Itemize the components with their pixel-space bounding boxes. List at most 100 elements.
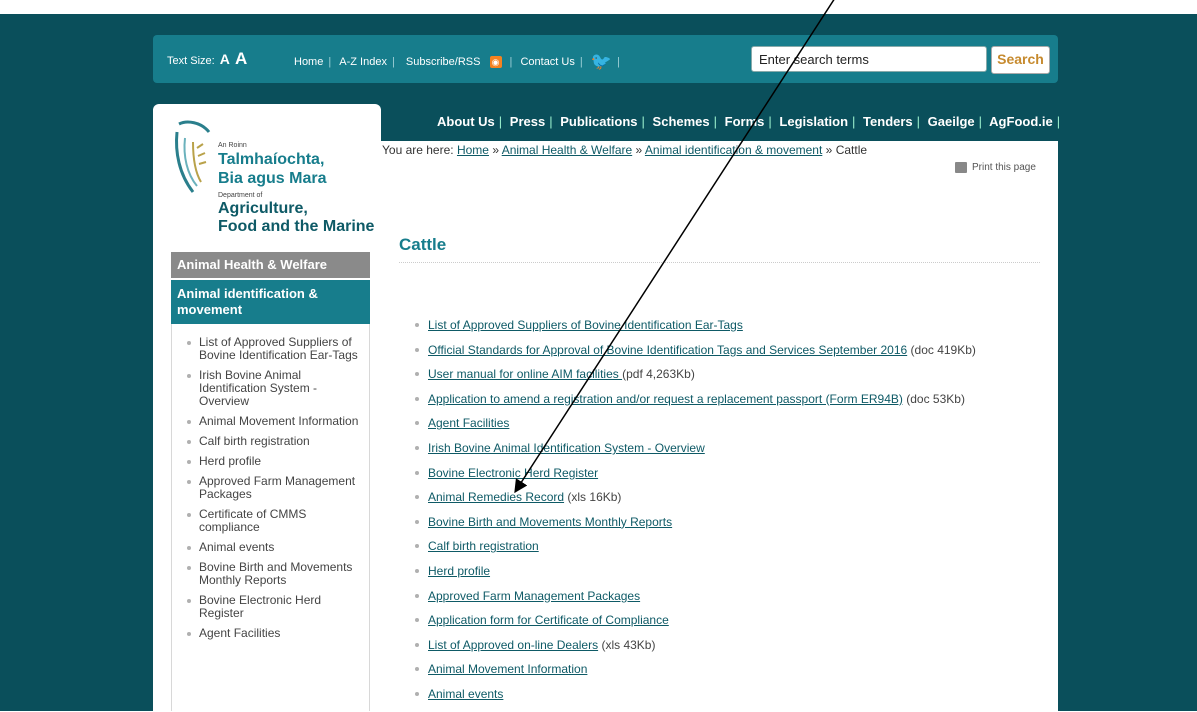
content-list-item: Approved Farm Management Packages [399,589,1039,614]
content-list-item: Animal events [399,687,1039,712]
separator: | [549,114,553,129]
sidebar-item[interactable]: List of Approved Suppliers of Bovine Ide… [172,336,369,362]
contact-us-link[interactable]: Contact Us [520,56,574,68]
printer-icon [955,162,967,173]
text-size-small-button[interactable]: A [220,51,230,67]
sidebar-item[interactable]: Agent Facilities [172,627,369,640]
content-link[interactable]: Herd profile [428,564,490,578]
separator: | [852,114,856,129]
breadcrumb-prefix: You are here: [382,143,454,157]
sidebar-item[interactable]: Animal Movement Information [172,415,369,428]
content-link[interactable]: Irish Bovine Animal Identification Syste… [428,441,705,455]
search-input[interactable]: Enter search terms [751,46,987,72]
separator: | [498,114,503,129]
sidebar-item[interactable]: Animal events [172,541,369,554]
utility-links: Home | A-Z Index | Subscribe/RSS ◉ | Contac… [291,52,622,72]
department-logo[interactable]: An Roinn Talmhaíochta, Bia agus Mara Dep… [171,118,381,238]
breadcrumb-animal-id-link[interactable]: Animal identification & movement [645,143,822,157]
sidebar-nav: List of Approved Suppliers of Bovine Ide… [171,324,370,711]
content-link[interactable]: Bovine Birth and Movements Monthly Repor… [428,515,672,529]
content-link[interactable]: List of Approved on-line Dealers [428,638,598,652]
content-link[interactable]: List of Approved Suppliers of Bovine Ide… [428,318,743,332]
logo-department-of: Department of [218,192,263,199]
content-list-item: List of Approved on-line Dealers (xls 43… [399,638,1039,663]
logo-irish-line1: Talmhaíochta, [218,151,325,168]
nav-publications[interactable]: Publications [560,114,637,129]
print-page-label: Print this page [972,162,1036,174]
utility-bar: Text Size: A A Home | A-Z Index | Subscrib… [153,35,1058,83]
logo-irish-line2: Bia agus Mara [218,170,327,187]
content-list-item: User manual for online AIM facilities (p… [399,367,1039,392]
content-link[interactable]: Official Standards for Approval of Bovin… [428,343,907,357]
title-divider [399,262,1040,263]
breadcrumb-current: Cattle [835,143,868,157]
breadcrumb-separator: » [635,143,643,157]
breadcrumb-separator: » [825,143,833,157]
file-info: (pdf 4,263Kb) [622,367,695,382]
content-list-item: Official Standards for Approval of Bovin… [399,343,1039,368]
content-link[interactable]: Animal events [428,687,503,701]
separator: | [916,114,921,129]
content-list-item: Irish Bovine Animal Identification Syste… [399,441,1039,466]
content-list-item: Application to amend a registration and/… [399,392,1039,417]
az-index-link[interactable]: A-Z Index [339,56,387,68]
text-size-control: Text Size: A A [167,49,247,69]
home-link[interactable]: Home [294,56,323,68]
breadcrumb-animal-health-link[interactable]: Animal Health & Welfare [502,143,633,157]
nav-gaeilge[interactable]: Gaeilge [928,114,975,129]
content-list-item: Agent Facilities [399,416,1039,441]
sidebar-item[interactable]: Certificate of CMMS compliance [172,508,369,534]
content-link[interactable]: Agent Facilities [428,416,509,430]
content-link[interactable]: Approved Farm Management Packages [428,589,640,603]
content-list-item: Calf birth registration [399,539,1039,564]
breadcrumb-separator: » [492,143,500,157]
content-list-item: List of Approved Suppliers of Bovine Ide… [399,318,1039,343]
nav-forms[interactable]: Forms [725,114,765,129]
file-info: (xls 43Kb) [598,637,656,652]
subscribe-rss-link[interactable]: Subscribe/RSS ◉ [403,56,505,68]
breadcrumb-home-link[interactable]: Home [457,143,489,157]
separator: | [713,114,718,129]
content-link[interactable]: Animal Remedies Record [428,490,564,504]
content-list-item: Animal Remedies Record (xls 16Kb) [399,490,1039,515]
sidebar-section-heading[interactable]: Animal Health & Welfare [171,252,370,278]
sidebar-item[interactable]: Bovine Electronic Herd Register [172,594,369,620]
content-link[interactable]: User manual for online AIM facilities [428,367,622,381]
content-list-item: Bovine Electronic Herd Register [399,466,1039,491]
content-link[interactable]: Calf birth registration [428,539,539,553]
content-link[interactable]: Bovine Electronic Herd Register [428,466,598,480]
sidebar-item[interactable]: Irish Bovine Animal Identification Syste… [172,369,369,408]
separator: | [641,114,645,129]
nav-legislation[interactable]: Legislation [779,114,848,129]
content-link[interactable]: Application form for Certificate of Comp… [428,613,669,627]
separator: | [391,55,395,68]
page-title: Cattle [399,235,447,254]
print-page-link[interactable]: Print this page [955,162,1036,173]
sidebar-item[interactable]: Approved Farm Management Packages [172,475,369,501]
logo-english-line1: Agriculture, [218,200,308,217]
separator: | [328,55,332,68]
separator: | [978,114,983,129]
separator: | [579,55,583,68]
separator: | [1056,114,1061,129]
sidebar-item[interactable]: Calf birth registration [172,435,369,448]
separator: | [616,55,620,68]
nav-schemes[interactable]: Schemes [653,114,710,129]
text-size-large-button[interactable]: A [235,49,247,68]
department-logo-icon [175,120,211,193]
sidebar-subsection-heading[interactable]: Animal identification & movement [171,280,370,324]
main-nav: About Us | Press | Publications | Schemes | … [437,114,1064,129]
file-info: (doc 53Kb) [902,391,965,406]
content-link[interactable]: Animal Movement Information [428,662,587,676]
nav-agfood[interactable]: AgFood.ie [989,114,1053,129]
breadcrumb: You are here: Home » Animal Health & Wel… [382,143,867,157]
nav-about-us[interactable]: About Us [437,114,495,129]
sidebar-item[interactable]: Bovine Birth and Movements Monthly Repor… [172,561,369,587]
nav-press[interactable]: Press [510,114,545,129]
nav-tenders[interactable]: Tenders [863,114,913,129]
twitter-icon[interactable]: 🐦 [591,52,612,72]
search-button[interactable]: Search [991,46,1050,74]
sidebar-item[interactable]: Herd profile [172,455,369,468]
file-info: (doc 419Kb) [907,342,976,357]
content-link[interactable]: Application to amend a registration and/… [428,392,903,406]
